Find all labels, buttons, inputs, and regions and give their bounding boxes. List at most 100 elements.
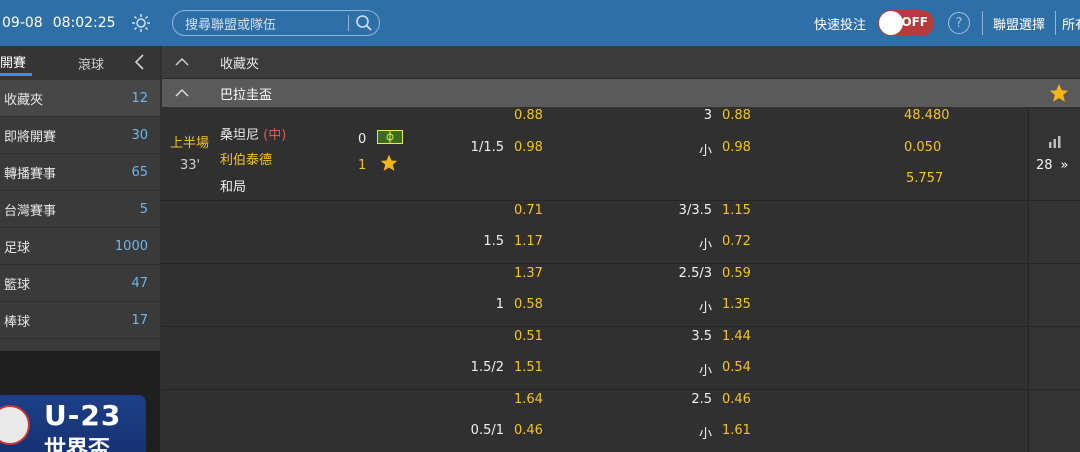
sidebar-item-count: 47 [131, 275, 148, 291]
help-icon[interactable]: ? [947, 12, 970, 34]
sidebar-item-label: 足球 [4, 240, 31, 256]
sidebar-item-baseball[interactable]: 棒球 17 [0, 302, 160, 339]
ou-line: 小 [698, 427, 712, 442]
sidebar-item-count: 5 [139, 201, 148, 217]
1x2-odd[interactable]: 5.757 [906, 171, 943, 186]
ou-line: 小 [698, 301, 712, 316]
star-icon[interactable] [1048, 82, 1070, 108]
chevron-up-icon[interactable] [162, 87, 202, 99]
sidebar-item-label: 收藏夾 [4, 92, 44, 108]
sidebar-tabs: 開賽 滾球 [0, 46, 160, 80]
promo-subtitle: 世界盃 [44, 437, 111, 452]
promo-banner[interactable]: U-23 世界盃 [0, 351, 160, 452]
ou-line: 3 [703, 108, 712, 123]
ou-odd[interactable]: 0.59 [722, 266, 751, 281]
handicap-odd[interactable]: 1.64 [514, 392, 543, 407]
sidebar-item-count: 65 [131, 164, 148, 180]
odds-row: 1.5 1.17 小 0.72 [162, 234, 1080, 265]
sidebar-item-label: 即將開賽 [4, 129, 57, 145]
1x2-odd[interactable]: 48.480 [904, 108, 950, 123]
collapse-sidebar-icon[interactable] [132, 52, 148, 76]
section-title: 收藏夾 [220, 56, 260, 72]
sidebar-item-upcoming[interactable]: 即將開賽 30 [0, 117, 160, 154]
ou-odd[interactable]: 0.46 [722, 392, 751, 407]
handicap-line: 1.5 [483, 234, 504, 249]
ou-line: 3.5 [691, 329, 712, 344]
ou-odd[interactable]: 1.15 [722, 203, 751, 218]
handicap-odd[interactable]: 0.71 [514, 203, 543, 218]
odds-row: 0.71 3/3.5 1.15 [162, 203, 1080, 234]
promo-title: U-23 [44, 399, 122, 432]
handicap-odd[interactable]: 0.58 [514, 297, 543, 312]
odds-row: 5.757 [162, 171, 1080, 202]
date-text: 09-08 [2, 15, 43, 31]
handicap-odd[interactable]: 0.51 [514, 329, 543, 344]
search-input[interactable]: 搜尋聯盟或隊伍 [172, 10, 380, 36]
favorites-header[interactable]: 收藏夾 [162, 46, 1080, 79]
sidebar-item-count: 30 [131, 127, 148, 143]
sidebar-item-football[interactable]: 足球 1000 [0, 228, 160, 265]
handicap-odd[interactable]: 1.17 [514, 234, 543, 249]
time-text: 08:02:25 [52, 15, 116, 31]
league-select-button[interactable]: 聯盟選擇 [983, 14, 1055, 33]
row-divider [162, 389, 1080, 390]
ou-line: 小 [698, 364, 712, 379]
ou-odd[interactable]: 1.61 [722, 423, 751, 438]
sidebar-item-count: 12 [131, 90, 148, 106]
handicap-line: 0.5/1 [470, 423, 504, 438]
league-title: 巴拉圭盃 [220, 87, 273, 103]
odds-row: 1.37 2.5/3 0.59 [162, 266, 1080, 297]
ou-line: 小 [698, 238, 712, 253]
odds-row: 1.5/2 1.51 小 0.54 [162, 360, 1080, 391]
tab-inplay[interactable]: 滾球 [78, 54, 104, 73]
search-divider [348, 15, 349, 31]
main-content: 收藏夾 巴拉圭盃 上半場 33' 桑坦尼 (中) 利伯泰德 和局 0 1 28»… [162, 46, 1080, 452]
row-divider [162, 200, 1080, 201]
sidebar-item-count: 17 [131, 312, 148, 328]
sidebar: 開賽 滾球 收藏夾 12 即將開賽 30 轉播賽事 65 台灣賽事 5 足球 1… [0, 46, 160, 452]
ou-odd[interactable]: 0.88 [722, 108, 751, 123]
ou-line: 3/3.5 [678, 203, 712, 218]
tab-active-indicator [0, 73, 32, 76]
sidebar-item-favorites[interactable]: 收藏夾 12 [0, 80, 160, 117]
ou-line: 2.5 [691, 392, 712, 407]
sidebar-item-label: 轉播賽事 [4, 166, 57, 182]
row-divider [162, 326, 1080, 327]
ou-odd[interactable]: 0.72 [722, 234, 751, 249]
ou-odd[interactable]: 1.44 [722, 329, 751, 344]
league-header[interactable]: 巴拉圭盃 [162, 79, 1080, 107]
handicap-line: 1.5/2 [470, 360, 504, 375]
brightness-icon[interactable] [130, 12, 152, 34]
ou-line: 小 [698, 144, 712, 159]
handicap-odd[interactable]: 1.37 [514, 266, 543, 281]
ou-odd[interactable]: 1.35 [722, 297, 751, 312]
sidebar-item-label: 棒球 [4, 314, 31, 330]
quick-bet-toggle[interactable]: OFF [877, 10, 934, 36]
handicap-line: 1/1.5 [470, 140, 504, 155]
topbar-right: 快速投注 OFF ? 聯盟選擇 所有 [814, 0, 1080, 46]
toggle-knob [878, 11, 903, 35]
sidebar-item-broadcast[interactable]: 轉播賽事 65 [0, 154, 160, 191]
sidebar-item-label: 籃球 [4, 277, 31, 293]
tab-started[interactable]: 開賽 [0, 52, 26, 71]
ou-odd[interactable]: 0.98 [722, 140, 751, 155]
chevron-up-icon[interactable] [162, 56, 202, 68]
handicap-odd[interactable]: 0.98 [514, 140, 543, 155]
sidebar-item-basketball[interactable]: 籃球 47 [0, 265, 160, 302]
search-icon[interactable] [355, 14, 373, 36]
all-button[interactable]: 所有 [1056, 14, 1080, 33]
handicap-odd[interactable]: 0.46 [514, 423, 543, 438]
handicap-line: 1 [495, 297, 504, 312]
handicap-odd[interactable]: 1.51 [514, 360, 543, 375]
handicap-odd[interactable]: 0.88 [514, 108, 543, 123]
1x2-odd[interactable]: 0.050 [904, 140, 941, 155]
odds-row: 0.51 3.5 1.44 [162, 329, 1080, 360]
sidebar-item-label: 台灣賽事 [4, 203, 57, 219]
sidebar-item-count: 1000 [114, 238, 148, 254]
sidebar-item-taiwan[interactable]: 台灣賽事 5 [0, 191, 160, 228]
row-divider [162, 263, 1080, 264]
odds-row: 1.64 2.5 0.46 [162, 392, 1080, 423]
quick-bet-label: 快速投注 [813, 17, 866, 33]
odds-row: 1 0.58 小 1.35 [162, 297, 1080, 328]
ou-odd[interactable]: 0.54 [722, 360, 751, 375]
